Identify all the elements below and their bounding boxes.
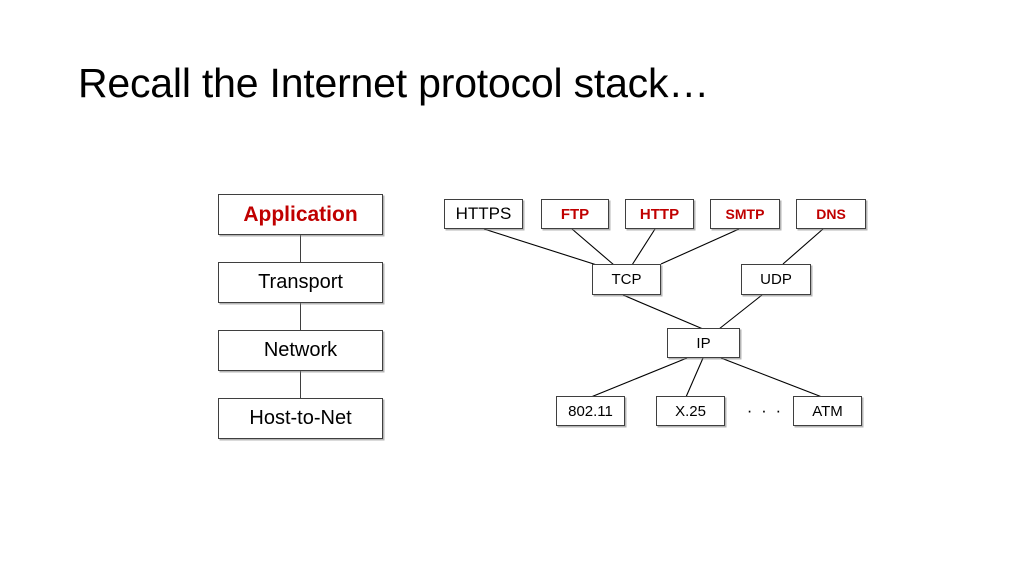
stack-connector-application-transport	[300, 235, 301, 262]
edge-ftp-tcp	[571, 228, 615, 266]
protocol-box-smtp[interactable]: SMTP	[710, 199, 780, 229]
edge-tcp-ip	[622, 294, 704, 330]
stack-box-application[interactable]: Application	[218, 194, 383, 235]
protocol-box-802-11[interactable]: 802.11	[556, 396, 625, 426]
stack-box-transport[interactable]: Transport	[218, 262, 383, 303]
edge-ip-80211	[590, 357, 688, 398]
stack-connector-network-hosttonet	[300, 371, 301, 398]
edge-https-tcp	[483, 228, 601, 267]
protocol-box-dns[interactable]: DNS	[796, 199, 866, 229]
protocol-box-udp[interactable]: UDP	[741, 264, 811, 295]
protocol-box-x25[interactable]: X.25	[656, 396, 725, 426]
slide-canvas: Recall the Internet protocol stack… Appl…	[0, 0, 1024, 576]
edge-dns-udp	[782, 228, 824, 265]
stack-connector-transport-network	[300, 303, 301, 330]
protocol-ellipsis: · · ·	[746, 401, 784, 420]
stack-box-network[interactable]: Network	[218, 330, 383, 371]
protocol-box-ip[interactable]: IP	[667, 328, 740, 358]
protocol-box-https[interactable]: HTTPS	[444, 199, 523, 229]
protocol-box-tcp[interactable]: TCP	[592, 264, 661, 295]
stack-box-host-to-net[interactable]: Host-to-Net	[218, 398, 383, 439]
page-title: Recall the Internet protocol stack…	[78, 60, 710, 106]
edge-udp-ip	[718, 294, 763, 330]
edge-ip-atm	[720, 357, 823, 398]
edge-ip-x25	[685, 357, 704, 398]
protocol-box-ftp[interactable]: FTP	[541, 199, 609, 229]
edge-smtp-tcp	[660, 228, 740, 265]
protocol-box-atm[interactable]: ATM	[793, 396, 862, 426]
protocol-box-http[interactable]: HTTP	[625, 199, 694, 229]
edge-http-tcp	[631, 228, 656, 266]
